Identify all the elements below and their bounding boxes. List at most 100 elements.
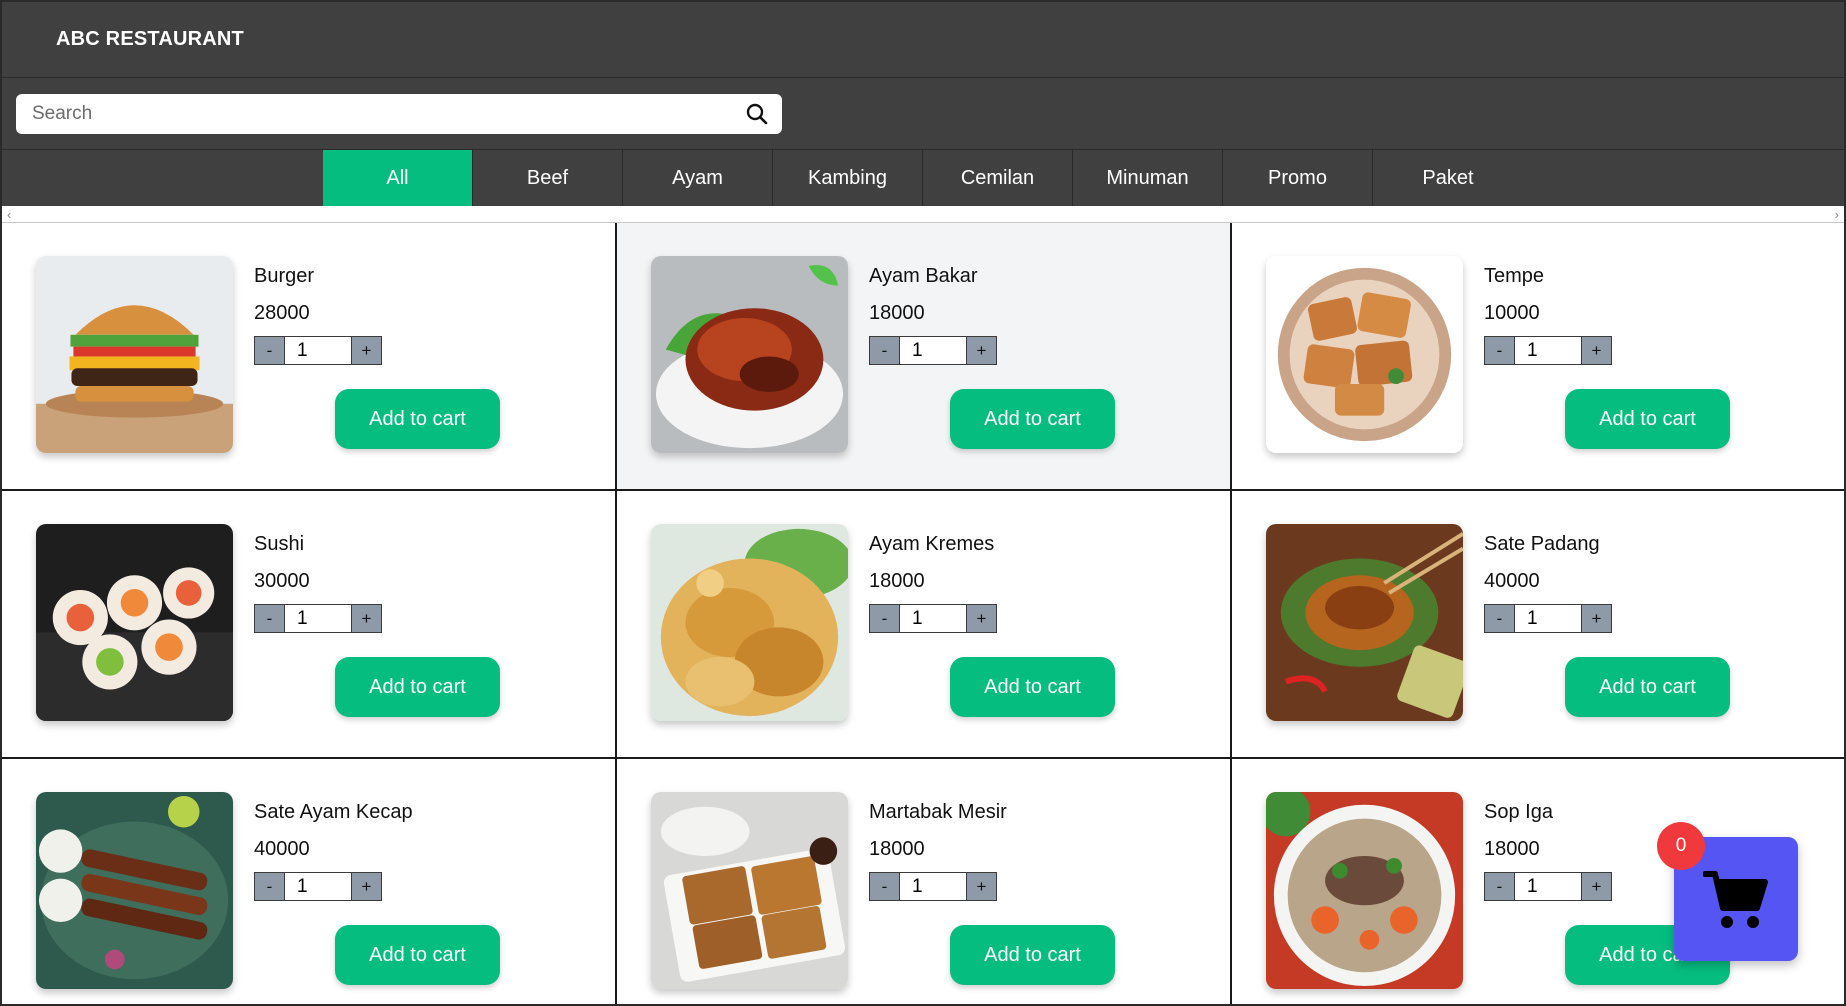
tab-promo[interactable]: Promo xyxy=(1223,150,1373,206)
quantity-stepper: - 1 + xyxy=(1484,872,1612,901)
tab-beef[interactable]: Beef xyxy=(473,150,623,206)
product-price: 18000 xyxy=(869,838,925,860)
product-name: Sate Padang xyxy=(1484,533,1600,555)
product-price: 18000 xyxy=(869,570,925,592)
product-name: Tempe xyxy=(1484,265,1545,287)
product-card: Ayam Kremes 18000 - 1 + Add to cart xyxy=(617,491,1232,759)
tab-label: Ayam xyxy=(672,166,723,189)
quantity-stepper: - 1 + xyxy=(869,872,997,901)
increment-button[interactable]: + xyxy=(966,872,997,901)
decrement-button[interactable]: - xyxy=(869,604,900,633)
category-tabs: All Beef Ayam Kambing Cemilan Minuman Pr… xyxy=(2,150,1844,206)
product-price: 10000 xyxy=(1484,302,1540,324)
product-price: 40000 xyxy=(254,838,310,860)
decrement-button[interactable]: - xyxy=(254,336,285,365)
quantity-input[interactable]: 1 xyxy=(900,872,966,901)
quantity-stepper: - 1 + xyxy=(869,604,997,633)
decrement-button[interactable]: - xyxy=(1484,336,1515,365)
product-name: Sate Ayam Kecap xyxy=(254,801,413,823)
tab-minuman[interactable]: Minuman xyxy=(1073,150,1223,206)
cart-count-badge: 0 xyxy=(1657,822,1705,870)
decrement-button[interactable]: - xyxy=(869,872,900,901)
add-to-cart-button[interactable]: Add to cart xyxy=(950,389,1115,449)
scroll-left-icon[interactable]: ‹ xyxy=(7,206,11,223)
quantity-input[interactable]: 1 xyxy=(900,336,966,365)
search-input[interactable] xyxy=(32,102,744,125)
quantity-stepper: - 1 + xyxy=(869,336,997,365)
decrement-button[interactable]: - xyxy=(1484,604,1515,633)
quantity-input[interactable]: 1 xyxy=(1515,336,1581,365)
top-bar: ABC RESTAURANT xyxy=(2,2,1844,78)
add-to-cart-button[interactable]: Add to cart xyxy=(1565,389,1730,449)
add-to-cart-button[interactable]: Add to cart xyxy=(1565,657,1730,717)
increment-button[interactable]: + xyxy=(351,336,382,365)
tab-all[interactable]: All xyxy=(323,150,473,206)
brand-title: ABC RESTAURANT xyxy=(56,28,244,50)
add-to-cart-button[interactable]: Add to cart xyxy=(335,925,500,985)
increment-button[interactable]: + xyxy=(966,336,997,365)
quantity-input[interactable]: 1 xyxy=(285,872,351,901)
tab-ayam[interactable]: Ayam xyxy=(623,150,773,206)
quantity-input[interactable]: 1 xyxy=(900,604,966,633)
quantity-input[interactable]: 1 xyxy=(285,336,351,365)
add-to-cart-button[interactable]: Add to cart xyxy=(335,657,500,717)
product-card: Burger 28000 - 1 + Add to cart xyxy=(2,223,617,491)
tab-label: Paket xyxy=(1422,166,1474,189)
tab-kambing[interactable]: Kambing xyxy=(773,150,923,206)
scroll-right-icon[interactable]: › xyxy=(1835,206,1839,223)
quantity-input[interactable]: 1 xyxy=(1515,872,1581,901)
add-to-cart-button[interactable]: Add to cart xyxy=(335,389,500,449)
fried-chicken-image xyxy=(651,524,848,721)
increment-button[interactable]: + xyxy=(351,604,382,633)
product-price: 40000 xyxy=(1484,570,1540,592)
increment-button[interactable]: + xyxy=(1581,336,1612,365)
search-icon[interactable] xyxy=(744,101,770,127)
martabak-image xyxy=(651,792,848,989)
add-to-cart-button[interactable]: Add to cart xyxy=(950,657,1115,717)
tab-label: All xyxy=(386,166,409,189)
quantity-stepper: - 1 + xyxy=(1484,604,1612,633)
product-grid: Burger 28000 - 1 + Add to cart Ayam Baka… xyxy=(2,223,1844,1004)
cart-icon xyxy=(1703,871,1768,928)
satay-padang-image xyxy=(1266,524,1463,721)
increment-button[interactable]: + xyxy=(1581,604,1612,633)
chicken-satay-image xyxy=(36,792,233,989)
product-price: 18000 xyxy=(869,302,925,324)
tab-paket[interactable]: Paket xyxy=(1373,150,1523,206)
product-name: Ayam Bakar xyxy=(869,265,978,287)
restaurant-app: ABC RESTAURANT All Beef Ayam Kambing Cem… xyxy=(0,0,1846,1006)
tab-label: Promo xyxy=(1268,166,1327,189)
increment-button[interactable]: + xyxy=(351,872,382,901)
tab-cemilan[interactable]: Cemilan xyxy=(923,150,1073,206)
grilled-chicken-image xyxy=(651,256,848,453)
product-name: Ayam Kremes xyxy=(869,533,995,555)
burger-image xyxy=(36,256,233,453)
tab-label: Kambing xyxy=(808,166,887,189)
horizontal-scrollbar[interactable]: ‹ › xyxy=(2,206,1844,223)
quantity-stepper: - 1 + xyxy=(1484,336,1612,365)
product-price: 18000 xyxy=(1484,838,1540,860)
tempeh-image xyxy=(1266,256,1463,453)
decrement-button[interactable]: - xyxy=(869,336,900,365)
quantity-stepper: - 1 + xyxy=(254,872,382,901)
decrement-button[interactable]: - xyxy=(254,604,285,633)
quantity-stepper: - 1 + xyxy=(254,336,382,365)
decrement-button[interactable]: - xyxy=(1484,872,1515,901)
increment-button[interactable]: + xyxy=(1581,872,1612,901)
product-card: Sushi 30000 - 1 + Add to cart xyxy=(2,491,617,759)
product-price: 30000 xyxy=(254,570,310,592)
decrement-button[interactable]: - xyxy=(254,872,285,901)
product-name: Martabak Mesir xyxy=(869,801,1007,823)
product-price: 28000 xyxy=(254,302,310,324)
product-card: Sate Ayam Kecap 40000 - 1 + Add to cart xyxy=(2,759,617,1004)
rib-soup-image xyxy=(1266,792,1463,989)
tab-label: Cemilan xyxy=(960,166,1035,189)
product-name: Burger xyxy=(254,265,315,287)
quantity-input[interactable]: 1 xyxy=(1515,604,1581,633)
quantity-stepper: - 1 + xyxy=(254,604,382,633)
add-to-cart-button[interactable]: Add to cart xyxy=(950,925,1115,985)
increment-button[interactable]: + xyxy=(966,604,997,633)
tab-label: Minuman xyxy=(1106,166,1189,189)
product-name: Sop Iga xyxy=(1484,801,1553,823)
quantity-input[interactable]: 1 xyxy=(285,604,351,633)
